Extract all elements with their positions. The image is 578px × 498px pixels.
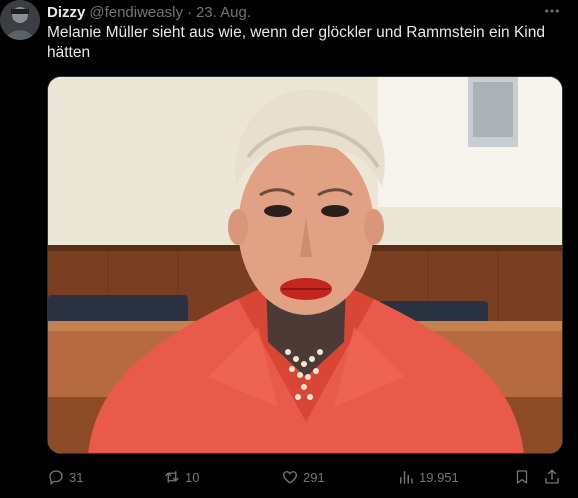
reply-icon bbox=[49, 470, 63, 486]
separator-dot: · bbox=[186, 3, 192, 21]
share-button[interactable] bbox=[543, 466, 561, 488]
repost-button[interactable]: 10 bbox=[163, 466, 199, 488]
views-button[interactable]: 19.951 bbox=[397, 466, 459, 488]
repost-icon bbox=[165, 471, 179, 483]
share-icon bbox=[545, 469, 559, 484]
author-handle[interactable]: @fendiweasly bbox=[89, 4, 183, 21]
reply-button[interactable]: 31 bbox=[47, 466, 83, 488]
bookmark-button[interactable] bbox=[513, 466, 531, 488]
bookmark-icon bbox=[516, 470, 528, 484]
like-button[interactable]: 291 bbox=[281, 466, 325, 488]
heart-icon bbox=[282, 471, 298, 484]
author-name[interactable]: Dizzy bbox=[47, 4, 85, 21]
repost-count: 10 bbox=[185, 469, 200, 485]
views-count: 19.951 bbox=[419, 469, 459, 485]
action-bar: 31 10 291 19.951 bbox=[47, 466, 567, 488]
tweet-date[interactable]: 23. Aug. bbox=[196, 4, 251, 21]
tweet-header: Dizzy @fendiweasly · 23. Aug. bbox=[47, 3, 251, 21]
tweet-photo[interactable] bbox=[47, 76, 563, 454]
like-count: 291 bbox=[303, 469, 325, 485]
tweet-text: Melanie Müller sieht aus wie, wenn der g… bbox=[47, 24, 545, 61]
avatar[interactable] bbox=[0, 0, 40, 40]
reply-count: 31 bbox=[69, 469, 84, 485]
views-icon bbox=[400, 471, 413, 484]
more-icon[interactable] bbox=[540, 0, 564, 22]
